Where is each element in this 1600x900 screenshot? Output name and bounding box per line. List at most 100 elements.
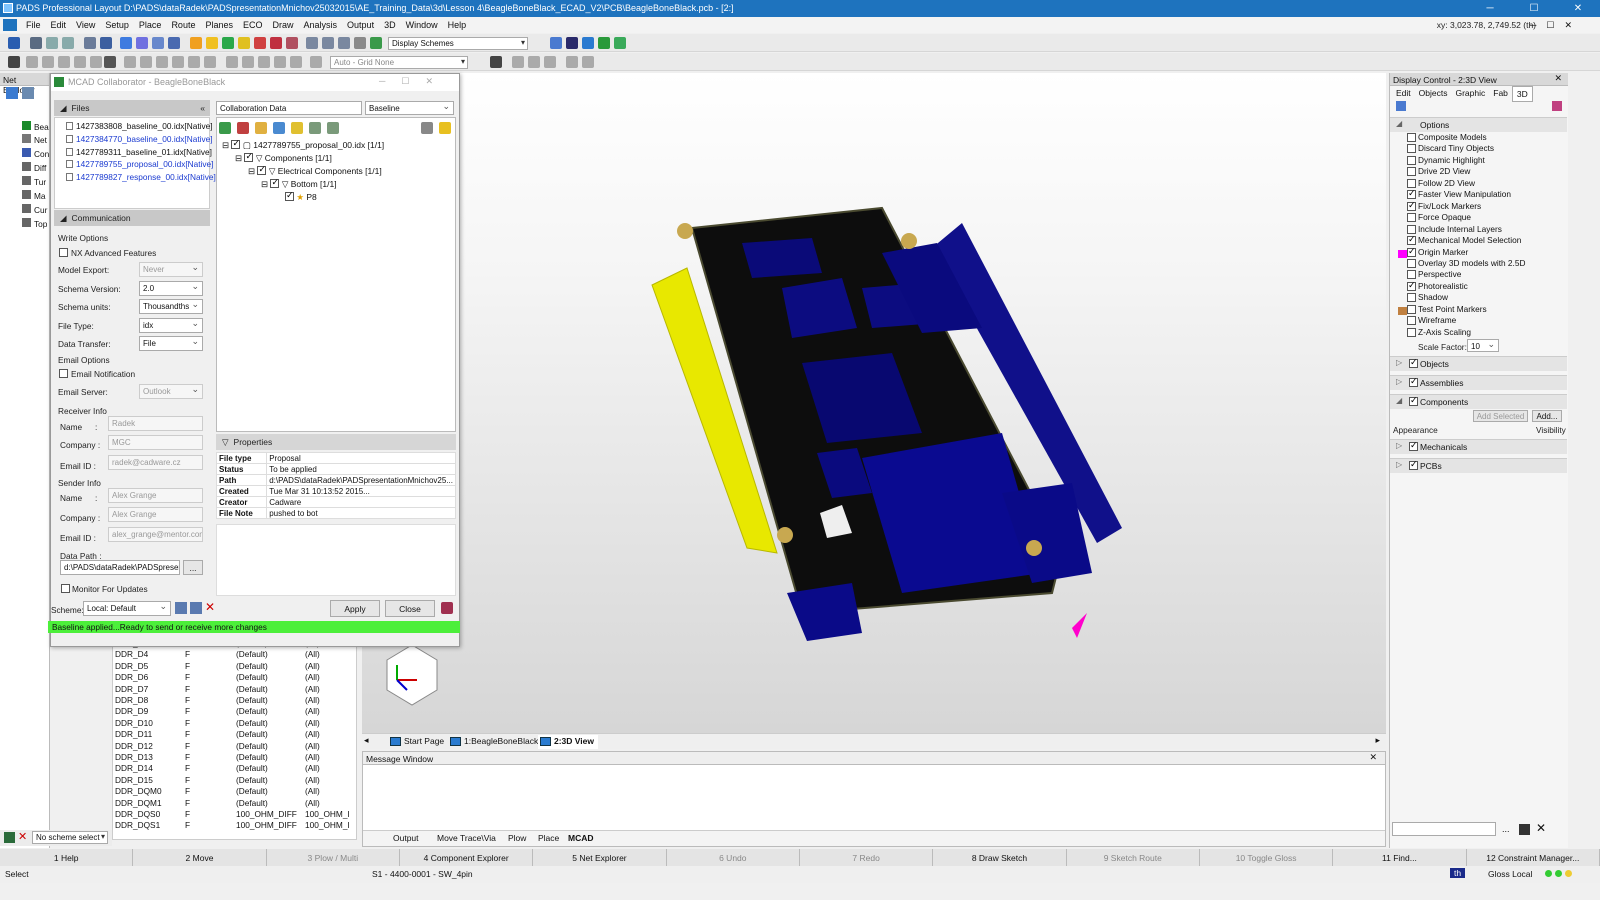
scale-factor-select[interactable]: 10	[1467, 339, 1499, 352]
menu-output[interactable]: Output	[342, 20, 379, 30]
net-explorer-item[interactable]: Cur	[22, 204, 47, 215]
add-button[interactable]: Add...	[1532, 410, 1562, 422]
monitor-updates-checkbox[interactable]	[61, 584, 70, 593]
view-icon[interactable]	[120, 37, 132, 49]
option-checkbox[interactable]	[1407, 178, 1416, 188]
tab-place[interactable]: Place	[538, 833, 559, 843]
option-checkbox[interactable]	[1407, 155, 1416, 165]
pan-icon[interactable]	[338, 37, 350, 49]
option-checkbox[interactable]	[1407, 258, 1416, 268]
tree-node-file[interactable]: ⊟ ▢ 1427789755_proposal_00.idx [1/1]	[222, 138, 384, 151]
file-list-item[interactable]: 1427384770_baseline_00.idx[Native]	[66, 134, 213, 144]
function-key[interactable]: 10 Toggle Gloss	[1199, 849, 1334, 866]
move-icon[interactable]	[8, 56, 20, 68]
route-mode-icon[interactable]	[226, 56, 238, 68]
menu-view[interactable]: View	[71, 20, 100, 30]
file-list-item[interactable]: 1427789311_baseline_01.idx[Native]	[66, 147, 212, 157]
sender-name-field[interactable]: Alex Grange	[108, 488, 203, 503]
expand-icon[interactable]	[309, 122, 321, 134]
schema-version-select[interactable]: 2.0	[139, 281, 203, 296]
option-checkbox[interactable]	[1407, 213, 1416, 223]
app-menu-icon[interactable]	[3, 19, 17, 31]
group-components[interactable]: ◢Components	[1390, 394, 1567, 409]
net-explorer-tool-icon[interactable]	[6, 87, 18, 99]
tab-start-page[interactable]: Start Page	[388, 735, 448, 749]
menu-eco[interactable]: ECO	[238, 20, 268, 30]
layers-icon[interactable]	[136, 37, 148, 49]
tab-3d[interactable]: 3D	[1511, 86, 1533, 102]
tab-move-trace-via[interactable]: Move Trace\Via	[437, 833, 496, 843]
accept-icon[interactable]	[255, 122, 267, 134]
menu-3d[interactable]: 3D	[379, 20, 401, 30]
receiver-company-field[interactable]: MGC	[108, 435, 203, 450]
group-options[interactable]: ◢ Options	[1390, 117, 1567, 132]
align-top-icon[interactable]	[172, 56, 184, 68]
save-icon[interactable]	[8, 37, 20, 49]
dc-save-icon[interactable]	[1519, 824, 1530, 835]
snap-grid-icon[interactable]	[528, 56, 540, 68]
scheme-save-dialog-icon[interactable]	[190, 602, 202, 614]
scheme-select[interactable]: Local: Default	[83, 601, 171, 616]
align-bottom-icon[interactable]	[188, 56, 200, 68]
display-control-close-icon[interactable]: ✕	[1554, 73, 1562, 84]
function-key[interactable]: 6 Undo	[666, 849, 800, 866]
option-checkbox[interactable]	[1407, 188, 1416, 200]
highlight-icon[interactable]	[291, 122, 303, 134]
display-icon[interactable]	[168, 37, 180, 49]
function-key[interactable]: 11 Find...	[1333, 849, 1467, 866]
option-checkbox[interactable]	[1407, 133, 1416, 142]
message-window-close-icon[interactable]: ✕	[1369, 752, 1377, 763]
group-mechanicals[interactable]: ▷Mechanicals	[1390, 439, 1567, 454]
option-checkbox[interactable]	[1407, 270, 1416, 280]
delete-icon[interactable]	[104, 56, 116, 68]
close-button[interactable]: ✕	[1556, 0, 1600, 17]
dc-palette-icon[interactable]	[1552, 101, 1562, 111]
scheme-save-icon[interactable]	[4, 832, 15, 843]
email-server-select[interactable]: Outlook	[139, 384, 203, 399]
add-selected-button[interactable]: Add Selected	[1473, 410, 1528, 422]
tree-node-bottom[interactable]: ⊟ ▽ Bottom [1/1]	[261, 177, 337, 190]
group-pcbs[interactable]: ▷PCBs	[1390, 458, 1567, 473]
option-checkbox[interactable]	[1407, 293, 1416, 303]
sender-email-field[interactable]: alex_grange@mentor.com	[108, 527, 203, 542]
dc-scheme-dropdown[interactable]	[1392, 822, 1496, 836]
option-checkbox[interactable]	[1407, 234, 1416, 246]
net-explorer-item[interactable]: Bea	[22, 121, 49, 132]
drc-icon[interactable]	[190, 37, 202, 49]
snap-icon[interactable]	[512, 56, 524, 68]
file-type-select[interactable]: idx	[139, 318, 203, 333]
scheme-search-icon[interactable]	[175, 602, 187, 614]
check-icon[interactable]	[270, 37, 282, 49]
net-explorer-item[interactable]: Diff	[22, 162, 46, 173]
tab-3d-view[interactable]: 2:3D View	[538, 735, 599, 749]
3d-viewport[interactable]	[362, 73, 1386, 733]
properties-icon[interactable]	[100, 37, 112, 49]
net-explorer-item[interactable]: Net	[22, 134, 47, 145]
scheme-delete-icon[interactable]: ✕	[18, 830, 27, 843]
distribute-icon[interactable]	[204, 56, 216, 68]
verify-icon[interactable]	[286, 37, 298, 49]
tab-edit[interactable]: Edit	[1392, 86, 1415, 102]
select-icon[interactable]	[84, 37, 96, 49]
scheme-apply-icon[interactable]	[598, 37, 610, 49]
dc-more-icon[interactable]: ...	[1502, 824, 1510, 834]
menu-analysis[interactable]: Analysis	[299, 20, 343, 30]
option-checkbox[interactable]	[1407, 167, 1416, 177]
rotate-icon[interactable]	[74, 56, 86, 68]
group-assemblies[interactable]: ▷Assemblies	[1390, 375, 1567, 390]
menu-route[interactable]: Route	[166, 20, 200, 30]
tab-beagleboneblack[interactable]: 1:BeagleBoneBlack	[448, 735, 542, 749]
net-explorer-item[interactable]: Tur	[22, 176, 46, 187]
tabs-scroll-left-icon[interactable]: ◂	[364, 735, 369, 746]
group-objects[interactable]: ▷Objects	[1390, 356, 1567, 371]
file-list-item[interactable]: 1427789827_response_00.idx[Native]	[66, 172, 216, 182]
file-list-item[interactable]: 1427789755_proposal_00.idx[Native]	[66, 159, 213, 169]
tab-mcad[interactable]: MCAD	[568, 833, 594, 843]
scheme-save-icon[interactable]	[550, 37, 562, 49]
redo-icon[interactable]	[62, 37, 74, 49]
baseline-dropdown[interactable]: Baseline	[365, 101, 454, 115]
edit-icon[interactable]	[26, 56, 38, 68]
nx-advanced-checkbox[interactable]	[59, 248, 68, 257]
mdi-window-controls[interactable]: ─☐✕	[1530, 20, 1582, 31]
menu-edit[interactable]: Edit	[46, 20, 72, 30]
